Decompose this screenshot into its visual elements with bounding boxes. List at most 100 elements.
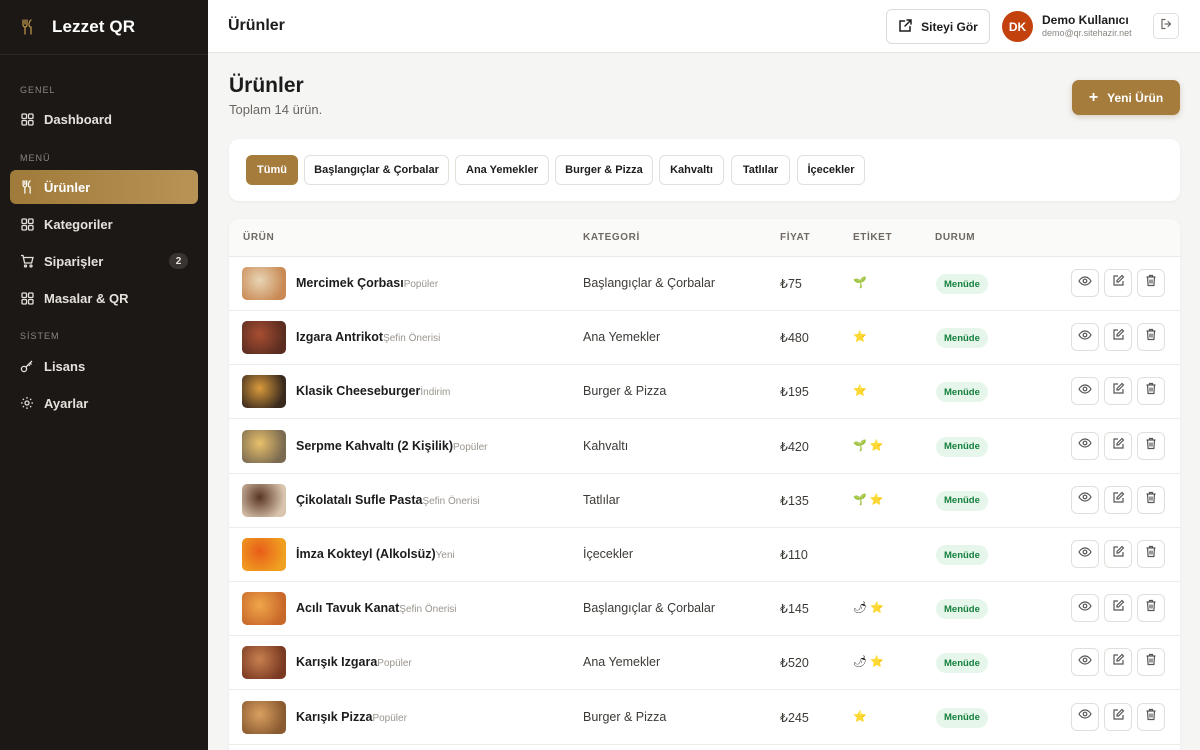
product-thumbnail (242, 592, 286, 626)
product-price: ₺420 (780, 439, 809, 454)
sidebar-item-kategoriler[interactable]: Kategoriler (10, 207, 198, 241)
sidebar-item-ayarlar[interactable]: Ayarlar (10, 386, 198, 420)
product-name-text: Acılı Tavuk Kanat (296, 601, 400, 616)
view-button[interactable] (1071, 594, 1099, 623)
product-name[interactable]: Acılı Tavuk KanatŞefin Önerisi (296, 601, 457, 615)
view-button[interactable] (1071, 702, 1099, 731)
product-labels: 🌶 ⭐ (853, 655, 884, 668)
product-price: ₺480 (780, 331, 809, 346)
eye-icon (1078, 490, 1092, 509)
status-badge: Menüde (936, 599, 988, 620)
product-category: İçecekler (583, 547, 634, 561)
view-button[interactable] (1071, 540, 1099, 568)
product-category: Ana Yemekler (583, 330, 661, 345)
product-name[interactable]: Izgara AntrikotŞefin Önerisi (296, 330, 440, 344)
delete-button[interactable] (1137, 323, 1165, 352)
filter-chip-burger-pizza[interactable]: Burger & Pizza (555, 155, 653, 185)
edit-button[interactable] (1104, 377, 1132, 406)
product-thumbnail (242, 538, 286, 571)
sidebar-item-masalar[interactable]: Masalar & QR (10, 281, 198, 315)
sidebar-item-lisans[interactable]: Lisans (10, 349, 198, 383)
product-labels: ⭐ (853, 330, 867, 343)
edit-button[interactable] (1104, 269, 1132, 297)
product-tag: İndirim (420, 387, 451, 399)
delete-button[interactable] (1137, 269, 1165, 297)
product-price: ₺195 (780, 385, 809, 400)
product-name[interactable]: Karışık IzgaraPopüler (296, 655, 412, 669)
product-tag: Şefin Önerisi (383, 333, 441, 345)
product-price: ₺245 (780, 710, 809, 725)
edit-button[interactable] (1104, 431, 1132, 460)
table-row: Çikolatalı Sufle PastaŞefin Önerisi Tatl… (229, 474, 1180, 528)
delete-button[interactable] (1137, 431, 1165, 460)
product-name[interactable]: İmza Kokteyl (Alkolsüz)Yeni (296, 547, 455, 561)
edit-icon (1112, 599, 1125, 617)
avatar[interactable]: DK (1002, 11, 1033, 42)
sidebar-item-label: Dashboard (44, 111, 112, 127)
sidebar-item-label: Lisans (44, 358, 86, 374)
utensils-icon (20, 180, 34, 194)
delete-button[interactable] (1137, 540, 1165, 568)
edit-button[interactable] (1104, 648, 1132, 677)
sidebar-item-label: Kategoriler (44, 216, 113, 232)
sidebar-item-siparisler[interactable]: Siparişler 2 (10, 244, 198, 278)
label-icon: ⭐ (869, 439, 884, 452)
status-badge: Menüde (936, 707, 988, 728)
product-name[interactable]: Karışık PizzaPopüler (296, 710, 407, 724)
delete-button[interactable] (1137, 702, 1165, 731)
sidebar-item-label: Ayarlar (44, 395, 89, 411)
product-thumbnail (242, 267, 286, 300)
eye-icon (1078, 436, 1092, 455)
filter-chip-kahvalti[interactable]: Kahvaltı (659, 155, 724, 185)
product-price: ₺520 (780, 656, 809, 671)
view-button[interactable] (1071, 269, 1099, 297)
product-category: Başlangıçlar & Çorbalar (583, 276, 716, 290)
view-site-button[interactable]: Siteyi Gör (886, 9, 990, 44)
product-name[interactable]: Mercimek ÇorbasıPopüler (296, 276, 438, 290)
label-icon: 🌱 (853, 277, 867, 289)
delete-button[interactable] (1137, 485, 1165, 514)
product-name[interactable]: Çikolatalı Sufle PastaŞefin Önerisi (296, 493, 480, 507)
edit-button[interactable] (1104, 594, 1132, 623)
delete-button[interactable] (1137, 594, 1165, 623)
product-category: Kahvaltı (583, 438, 629, 453)
filter-chip-baslangiclar[interactable]: Başlangıçlar & Çorbalar (304, 155, 449, 185)
sidebar-item-urunler[interactable]: Ürünler (10, 170, 198, 204)
eye-icon (1078, 653, 1092, 672)
brand[interactable]: Lezzet QR (0, 0, 208, 55)
logout-button[interactable] (1153, 13, 1179, 39)
table-row: Karışık PizzaPopüler Burger & Pizza ₺245… (229, 691, 1180, 745)
edit-button[interactable] (1104, 540, 1132, 568)
product-tag: Popüler (377, 658, 412, 670)
topbar-title: Ürünler (228, 17, 285, 34)
view-button[interactable] (1071, 323, 1099, 352)
view-button[interactable] (1071, 648, 1099, 677)
edit-button[interactable] (1104, 485, 1132, 514)
product-name[interactable]: Klasik Cheeseburgerİndirim (296, 384, 450, 398)
filter-chip-tumu[interactable]: Tümü (246, 155, 298, 185)
product-name-text: Serpme Kahvaltı (2 Kişilik) (296, 438, 454, 453)
delete-button[interactable] (1137, 648, 1165, 677)
filter-chip-ana-yemekler[interactable]: Ana Yemekler (455, 155, 549, 185)
product-category: Başlangıçlar & Çorbalar (583, 601, 716, 616)
trash-icon (1145, 653, 1157, 671)
view-button[interactable] (1071, 485, 1099, 514)
table-row: Karışık IzgaraPopüler Ana Yemekler ₺520 … (229, 636, 1180, 691)
product-thumbnail (242, 700, 286, 734)
product-thumbnail (242, 321, 286, 355)
edit-button[interactable] (1104, 702, 1132, 731)
delete-button[interactable] (1137, 377, 1165, 406)
filter-chip-icecekler[interactable]: İçecekler (797, 155, 865, 185)
view-button[interactable] (1071, 377, 1099, 406)
external-link-icon (898, 18, 913, 36)
sidebar-item-dashboard[interactable]: Dashboard (10, 102, 198, 136)
label-icon: 🌶 (853, 656, 867, 669)
filter-chip-tatlilar[interactable]: Tatlılar (731, 155, 790, 185)
status-badge: Menüde (936, 274, 988, 294)
trash-icon (1145, 545, 1157, 563)
view-button[interactable] (1071, 431, 1099, 460)
new-product-button[interactable]: + Yeni Ürün (1072, 80, 1180, 115)
product-thumbnail (242, 483, 286, 517)
edit-button[interactable] (1104, 323, 1132, 352)
product-name[interactable]: Serpme Kahvaltı (2 Kişilik)Popüler (296, 439, 487, 453)
